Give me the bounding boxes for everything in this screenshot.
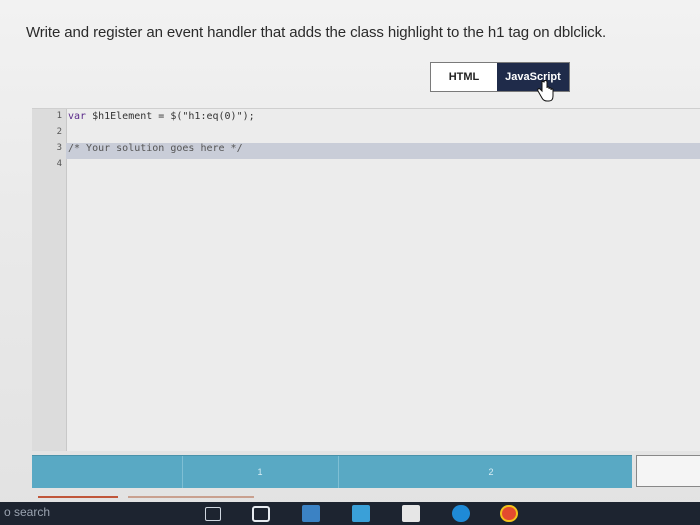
line-number: 1: [56, 111, 62, 121]
screen: Write and register an event handler that…: [0, 0, 700, 525]
code-keyword: var: [68, 111, 87, 122]
code-text: $h1Element = $("h1:eq(0)");: [86, 111, 255, 122]
chrome-icon[interactable]: [500, 505, 518, 522]
taskbar-search[interactable]: o search: [4, 505, 50, 519]
line-number: 2: [56, 127, 62, 137]
tab-javascript[interactable]: JavaScript: [497, 63, 569, 91]
window-icon[interactable]: [252, 506, 270, 522]
progress-underline: [38, 496, 118, 498]
folder-icon[interactable]: [302, 505, 320, 522]
mail-icon[interactable]: [402, 505, 420, 522]
store-icon[interactable]: [352, 505, 370, 522]
line-number-gutter: 1 2 3 4: [32, 109, 67, 451]
line-number: 3: [56, 143, 62, 153]
edge-icon[interactable]: [452, 505, 470, 522]
bar-segment[interactable]: [32, 456, 183, 488]
code-line-3[interactable]: /* Your solution goes here */: [68, 141, 243, 157]
code-line-1[interactable]: var $h1Element = $("h1:eq(0)");: [68, 109, 255, 125]
instruction-text: Write and register an event handler that…: [26, 24, 607, 41]
result-box[interactable]: [636, 455, 700, 487]
submission-bar[interactable]: 1 2: [32, 455, 632, 488]
line-number: 4: [56, 159, 62, 169]
hand-cursor-icon: [537, 80, 554, 102]
task-view-icon[interactable]: [205, 507, 221, 521]
bar-segment-2[interactable]: 2: [338, 456, 644, 488]
progress-underline: [128, 496, 254, 498]
bar-segment-1[interactable]: 1: [182, 456, 339, 488]
taskbar: o search: [0, 502, 700, 525]
code-editor[interactable]: 1 2 3 4 var $h1Element = $("h1:eq(0)"); …: [32, 108, 700, 451]
code-comment: /* Your solution goes here */: [68, 143, 243, 154]
tab-html[interactable]: HTML: [431, 63, 497, 91]
